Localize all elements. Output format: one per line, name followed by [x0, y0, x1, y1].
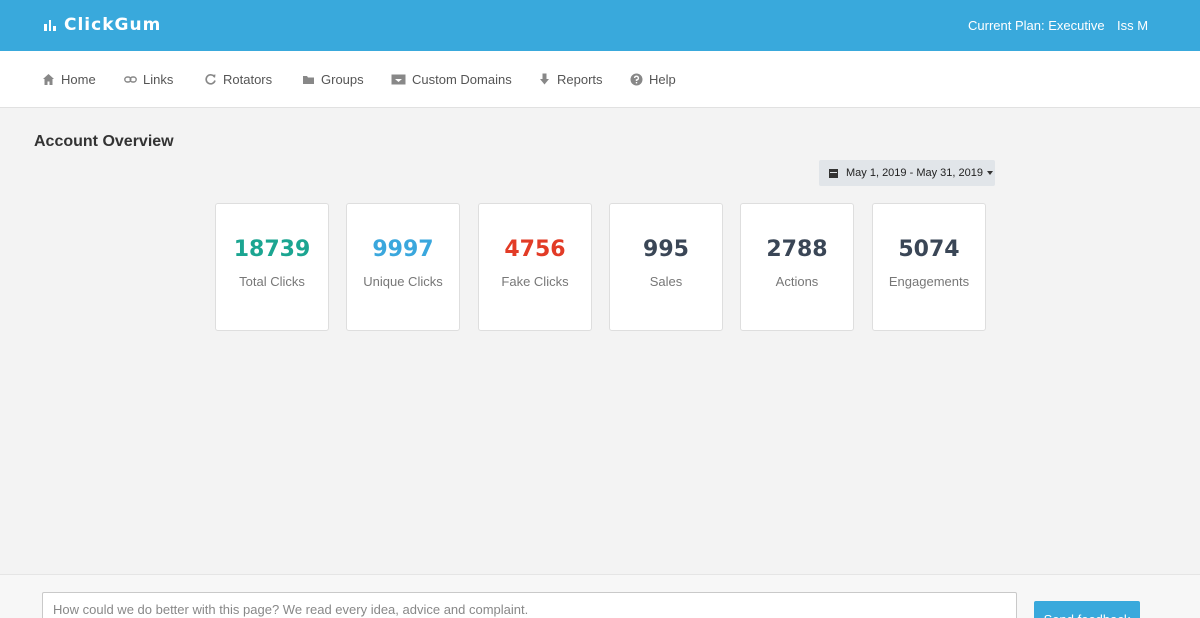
- refresh-icon: [205, 73, 216, 85]
- stat-card-engagements: 5074 Engagements: [872, 203, 986, 331]
- date-range-picker[interactable]: May 1, 2019 - May 31, 2019: [819, 160, 995, 186]
- nav-item-label: Reports: [557, 71, 603, 87]
- stat-label: Fake Clicks: [501, 274, 569, 289]
- main-nav: Home Links Rotators Groups Custom Domain…: [0, 51, 1200, 108]
- stat-label: Total Clicks: [239, 274, 305, 289]
- stat-label: Sales: [649, 274, 683, 289]
- user-menu[interactable]: Iss M: [1117, 18, 1148, 33]
- domain-icon: [391, 74, 406, 84]
- nav-item-label: Help: [649, 71, 676, 87]
- nav-item-label: Groups: [321, 71, 364, 87]
- stat-value: 2788: [766, 237, 828, 262]
- nav-item-links[interactable]: Links: [124, 71, 173, 87]
- stat-label: Engagements: [888, 274, 970, 289]
- feedback-input[interactable]: [42, 592, 1017, 618]
- nav-item-custom-domains[interactable]: Custom Domains: [391, 71, 512, 87]
- stat-card-fake-clicks: 4756 Fake Clicks: [478, 203, 592, 331]
- stat-value: 9997: [372, 237, 434, 262]
- stat-value: 18739: [233, 237, 311, 262]
- date-range-label: May 1, 2019 - May 31, 2019: [846, 167, 983, 179]
- home-icon: [43, 73, 54, 85]
- question-icon: [630, 73, 643, 85]
- brand-name: ClickGum: [64, 15, 162, 35]
- nav-item-rotators[interactable]: Rotators: [204, 71, 272, 87]
- download-icon: [540, 73, 549, 84]
- nav-item-groups[interactable]: Groups: [302, 71, 364, 87]
- top-header: ClickGum Current Plan: Executive Iss M: [0, 0, 1200, 51]
- stat-label: Actions: [775, 274, 819, 289]
- stat-value: 4756: [504, 237, 566, 262]
- nav-item-home[interactable]: Home: [42, 71, 96, 87]
- calendar-icon: [829, 168, 838, 178]
- brand-logo[interactable]: ClickGum: [44, 15, 161, 35]
- stat-label: Unique Clicks: [363, 274, 443, 289]
- caret-down-icon: [986, 171, 993, 175]
- current-plan-link[interactable]: Current Plan: Executive: [968, 18, 1105, 33]
- stat-value: 5074: [898, 237, 960, 262]
- stat-value: 995: [643, 237, 689, 262]
- folder-icon: [303, 75, 314, 84]
- feedback-bar: Send feedback: [0, 574, 1200, 618]
- link-icon: [124, 75, 137, 83]
- stat-card-actions: 2788 Actions: [740, 203, 854, 331]
- bar-chart-icon: [44, 19, 56, 31]
- nav-item-label: Links: [143, 71, 174, 87]
- page-title: Account Overview: [34, 133, 174, 150]
- stat-card-unique-clicks: 9997 Unique Clicks: [346, 203, 460, 331]
- send-feedback-button[interactable]: Send feedback: [1034, 601, 1140, 618]
- nav-item-label: Custom Domains: [412, 71, 512, 87]
- nav-item-reports[interactable]: Reports: [538, 71, 603, 87]
- stat-card-sales: 995 Sales: [609, 203, 723, 331]
- nav-item-help[interactable]: Help: [630, 71, 676, 87]
- nav-item-label: Home: [61, 71, 96, 87]
- nav-item-label: Rotators: [223, 71, 273, 87]
- stat-card-total-clicks: 18739 Total Clicks: [215, 203, 329, 331]
